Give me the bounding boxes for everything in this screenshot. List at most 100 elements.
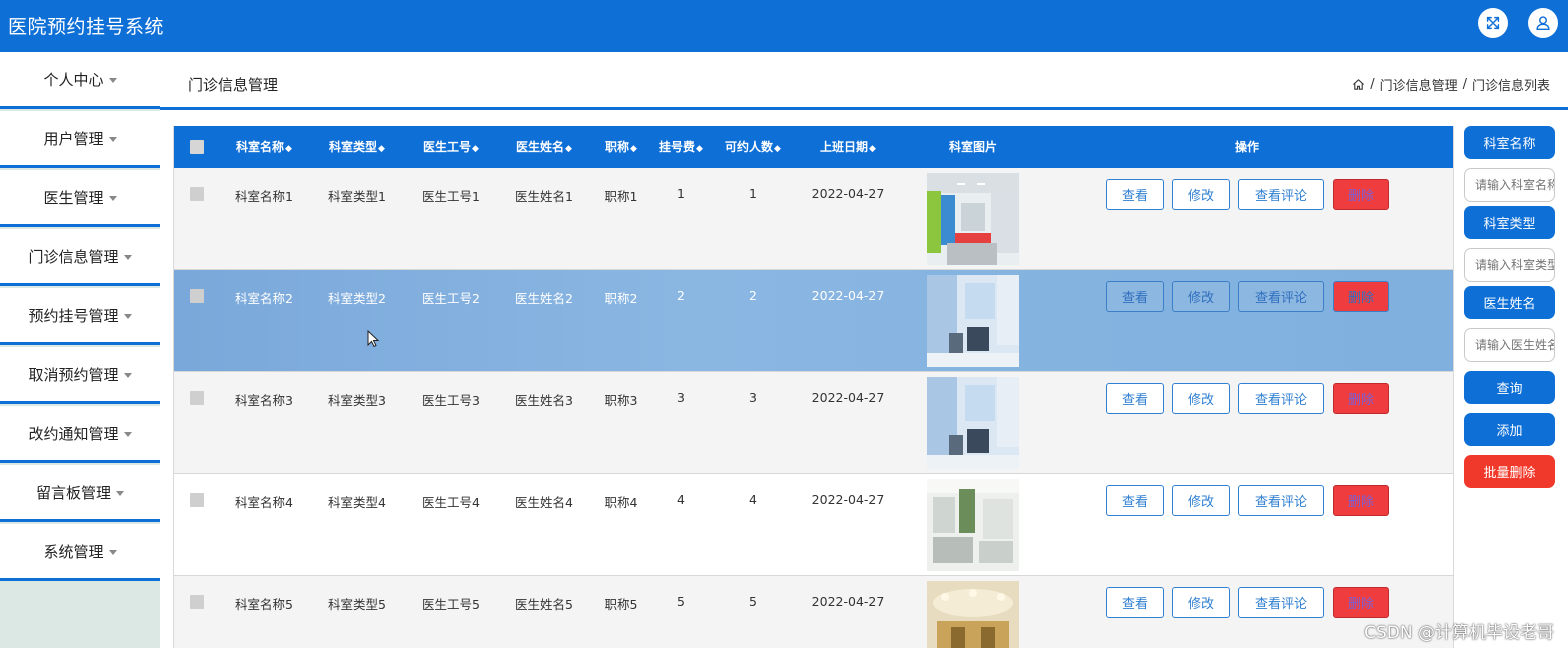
user-icon[interactable] (1528, 8, 1558, 38)
sort-icon: ◆ (630, 144, 637, 154)
add-button[interactable]: 添加 (1464, 413, 1555, 446)
cell-date: 2022-04-27 (811, 492, 885, 507)
cell-doctor-name: 医生姓名3 (515, 393, 573, 408)
view-comments-button[interactable]: 查看评论 (1238, 383, 1324, 414)
dept-type-input[interactable] (1464, 248, 1555, 282)
chevron-down-icon (123, 372, 132, 378)
breadcrumb-item[interactable]: 门诊信息管理 (1380, 75, 1458, 94)
cell-fee: 2 (677, 288, 685, 303)
edit-button[interactable]: 修改 (1172, 587, 1230, 618)
watermark: CSDN @计算机毕设老哥 (1364, 623, 1554, 643)
cell-title: 职称3 (604, 393, 638, 408)
cell-dept-name: 科室名称5 (235, 597, 293, 612)
view-button[interactable]: 查看 (1106, 485, 1164, 516)
view-button[interactable]: 查看 (1106, 587, 1164, 618)
view-button[interactable]: 查看 (1106, 383, 1164, 414)
cell-dept-type: 科室类型3 (328, 393, 386, 408)
delete-button[interactable]: 删除 (1333, 383, 1389, 414)
cell-doctor-id: 医生工号1 (422, 189, 480, 204)
edit-button[interactable]: 修改 (1172, 179, 1230, 210)
dept-image (927, 173, 1019, 265)
column-header[interactable]: 科室类型◆ (317, 126, 397, 168)
cell-fee: 1 (677, 186, 685, 201)
edit-button[interactable]: 修改 (1172, 383, 1230, 414)
cell-doctor-id: 医生工号4 (422, 495, 480, 510)
fullscreen-icon[interactable] (1478, 8, 1508, 38)
dept-image (927, 377, 1019, 469)
sidebar-item-system[interactable]: 系统管理 (0, 524, 160, 581)
batch-delete-button[interactable]: 批量删除 (1464, 455, 1555, 488)
table-row[interactable]: 科室名称5 科室类型5 医生工号5 医生姓名5 职称5 5 5 2022-04-… (174, 576, 1453, 648)
edit-button[interactable]: 修改 (1172, 281, 1230, 312)
cell-fee: 4 (677, 492, 685, 507)
table-row[interactable]: 科室名称1 科室类型1 医生工号1 医生姓名1 职称1 1 1 2022-04-… (174, 168, 1453, 270)
delete-button[interactable]: 删除 (1333, 281, 1389, 312)
row-checkbox[interactable] (190, 493, 204, 507)
column-header[interactable]: 科室名称◆ (224, 126, 304, 168)
row-checkbox[interactable] (190, 595, 204, 609)
sidebar-item-label: 改约通知管理 (28, 424, 119, 443)
select-all-checkbox[interactable] (190, 140, 204, 154)
chevron-down-icon (108, 77, 117, 83)
row-checkbox[interactable] (190, 187, 204, 201)
app-title: 医院预约挂号系统 (8, 16, 165, 38)
sidebar-item-personal-center[interactable]: 个人中心 (0, 52, 160, 109)
column-header[interactable]: 医生工号◆ (411, 126, 491, 168)
table-header: 科室名称◆ 科室类型◆ 医生工号◆ 医生姓名◆ 职称◆ 挂号费◆ 可约人数◆ 上… (174, 126, 1453, 168)
column-header[interactable]: 职称◆ (594, 126, 648, 168)
edit-button[interactable]: 修改 (1172, 485, 1230, 516)
home-icon[interactable] (1352, 78, 1365, 91)
view-comments-button[interactable]: 查看评论 (1238, 587, 1324, 618)
dept-type-label: 科室类型 (1464, 206, 1555, 239)
row-checkbox[interactable] (190, 391, 204, 405)
sidebar: 个人中心 用户管理 医生管理 门诊信息管理 预约挂号管理 取消预约管理 改约通知… (0, 52, 160, 648)
column-header[interactable]: 可约人数◆ (718, 126, 788, 168)
sort-icon: ◆ (869, 144, 876, 154)
chevron-down-icon (123, 254, 132, 260)
cell-quota: 1 (749, 186, 757, 201)
sidebar-item-cancellations[interactable]: 取消预约管理 (0, 347, 160, 404)
view-comments-button[interactable]: 查看评论 (1238, 179, 1324, 210)
dept-name-input[interactable] (1464, 168, 1555, 202)
sidebar-item-label: 个人中心 (43, 70, 104, 89)
table-row[interactable]: 科室名称3 科室类型3 医生工号3 医生姓名3 职称3 3 3 2022-04-… (174, 372, 1453, 474)
sort-icon: ◆ (472, 144, 479, 154)
sidebar-item-label: 留言板管理 (35, 483, 111, 502)
sidebar-item-users[interactable]: 用户管理 (0, 111, 160, 168)
sidebar-item-appointments[interactable]: 预约挂号管理 (0, 288, 160, 345)
column-header[interactable]: 挂号费◆ (654, 126, 708, 168)
cell-dept-name: 科室名称3 (235, 393, 293, 408)
delete-button[interactable]: 删除 (1333, 587, 1389, 618)
chevron-down-icon (116, 490, 124, 496)
sidebar-item-message-board[interactable]: 留言板管理 (0, 465, 160, 522)
view-comments-button[interactable]: 查看评论 (1238, 281, 1324, 312)
sort-icon: ◆ (774, 144, 781, 154)
delete-button[interactable]: 删除 (1333, 179, 1389, 210)
sidebar-item-label: 医生管理 (43, 188, 104, 207)
column-header[interactable]: 上班日期◆ (804, 126, 892, 168)
row-checkbox[interactable] (190, 289, 204, 303)
table-row[interactable]: 科室名称2 科室类型2 医生工号2 医生姓名2 职称2 2 2 2022-04-… (174, 270, 1453, 372)
cell-dept-type: 科室类型5 (328, 597, 386, 612)
query-button[interactable]: 查询 (1464, 371, 1555, 404)
cell-date: 2022-04-27 (811, 390, 885, 405)
clinic-table: 科室名称◆ 科室类型◆ 医生工号◆ 医生姓名◆ 职称◆ 挂号费◆ 可约人数◆ 上… (173, 126, 1454, 648)
table-row[interactable]: 科室名称4 科室类型4 医生工号4 医生姓名4 职称4 4 4 2022-04-… (174, 474, 1453, 576)
view-button[interactable]: 查看 (1106, 281, 1164, 312)
cell-quota: 5 (749, 594, 757, 609)
sort-icon: ◆ (378, 144, 385, 154)
view-button[interactable]: 查看 (1106, 179, 1164, 210)
sidebar-item-reschedule-notices[interactable]: 改约通知管理 (0, 406, 160, 463)
sort-icon: ◆ (285, 144, 292, 154)
cell-doctor-name: 医生姓名1 (515, 189, 573, 204)
cell-title: 职称2 (604, 291, 638, 306)
cell-fee: 5 (677, 594, 685, 609)
view-comments-button[interactable]: 查看评论 (1238, 485, 1324, 516)
page-header: 门诊信息管理 / 门诊信息管理 / 门诊信息列表 (160, 52, 1568, 110)
column-header[interactable]: 医生姓名◆ (504, 126, 584, 168)
sidebar-item-clinic-info[interactable]: 门诊信息管理 (0, 229, 160, 286)
delete-button[interactable]: 删除 (1333, 485, 1389, 516)
sidebar-item-label: 系统管理 (43, 542, 104, 561)
doctor-name-input[interactable] (1464, 328, 1555, 362)
sidebar-item-doctors[interactable]: 医生管理 (0, 170, 160, 227)
